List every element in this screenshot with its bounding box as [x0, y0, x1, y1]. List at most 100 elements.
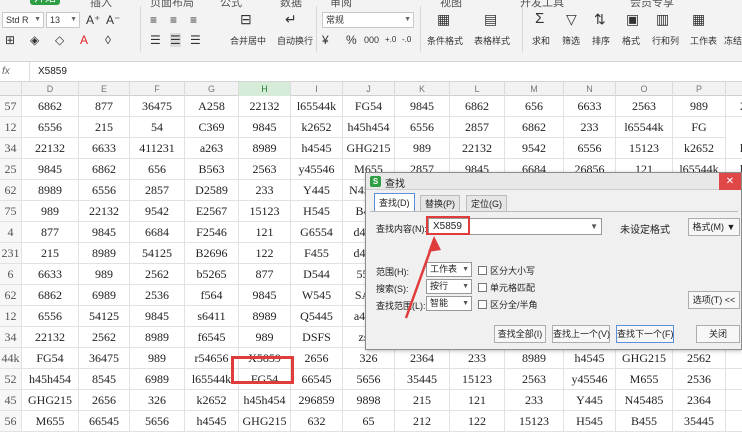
table-cell[interactable]: G6554 — [291, 222, 343, 243]
tab-goto[interactable]: 定位(G) — [466, 195, 507, 211]
column-header-p[interactable]: P — [673, 82, 726, 96]
column-header-k[interactable]: K — [395, 82, 450, 96]
table-cell[interactable]: 9845 — [395, 96, 450, 117]
row-header[interactable]: 34 — [0, 327, 22, 348]
row-header[interactable]: 12 — [0, 117, 22, 138]
decrease-decimal-icon[interactable]: -.0 — [402, 33, 411, 47]
table-cell[interactable]: 877 — [239, 264, 291, 285]
table-cell[interactable]: B455 — [616, 411, 673, 432]
table-cell[interactable]: 8 — [726, 348, 742, 369]
table-cell[interactable]: 2563 — [616, 96, 673, 117]
table-cell[interactable]: 66545 — [291, 369, 343, 390]
table-cell[interactable]: 54 — [130, 117, 185, 138]
table-cell[interactable]: 121 — [450, 390, 505, 411]
row-col-button[interactable]: 行和列 — [652, 34, 679, 47]
font-color-icon[interactable]: A — [80, 33, 88, 47]
find-all-button[interactable]: 查找全部(I) — [494, 325, 546, 343]
number-format-select[interactable]: 常规 ▼ — [322, 12, 414, 28]
tab-review[interactable]: 审阅 — [330, 0, 352, 10]
table-cell[interactable]: 6633 — [564, 96, 616, 117]
table-cell[interactable]: 212 — [395, 411, 450, 432]
table-cell[interactable]: 122 — [450, 411, 505, 432]
borders-icon[interactable]: ⊞ — [5, 33, 15, 47]
column-header-f[interactable]: F — [130, 82, 185, 96]
percent-icon[interactable]: % — [346, 33, 357, 47]
increase-decimal-icon[interactable]: +.0 — [385, 33, 396, 47]
table-cell[interactable]: 6556 — [22, 306, 79, 327]
format-button[interactable]: 格式 — [622, 34, 640, 47]
table-cell[interactable]: FG54 — [22, 348, 79, 369]
table-cell[interactable]: 8989 — [22, 180, 79, 201]
table-cell[interactable]: B2696 — [185, 243, 239, 264]
align-middle-icon[interactable]: ≡ — [170, 13, 177, 27]
table-cell[interactable]: H545 — [291, 201, 343, 222]
table-cell[interactable]: 15123 — [505, 411, 564, 432]
row-col-icon[interactable]: ▥ — [656, 12, 669, 26]
table-cell[interactable]: 2857 — [130, 180, 185, 201]
table-cell[interactable]: 36475 — [130, 96, 185, 117]
table-cell[interactable]: 15123 — [616, 138, 673, 159]
table-cell[interactable]: 6862 — [22, 96, 79, 117]
align-center-icon[interactable]: ☰ — [170, 33, 181, 47]
search-select[interactable]: 按行 ▼ — [426, 279, 472, 294]
wrap-text-icon[interactable]: ↵ — [285, 12, 297, 26]
table-cell[interactable]: 8545 — [79, 369, 130, 390]
table-style-icon[interactable]: ▤ — [484, 12, 497, 26]
column-header-n[interactable]: N — [564, 82, 616, 96]
table-cell[interactable]: 9542 — [130, 201, 185, 222]
table-cell[interactable]: 2364 — [395, 348, 450, 369]
table-cell[interactable]: C369 — [185, 117, 239, 138]
row-header[interactable]: 62 — [0, 180, 22, 201]
table-cell[interactable]: h4545 — [185, 411, 239, 432]
row-header[interactable]: 34 — [0, 138, 22, 159]
table-cell[interactable]: 6556 — [22, 117, 79, 138]
row-header[interactable]: 45 — [0, 390, 22, 411]
close-icon[interactable]: ✕ — [719, 173, 741, 190]
row-header[interactable]: 56 — [0, 411, 22, 432]
font-name-select[interactable]: Std R ▼ — [2, 12, 44, 28]
sort-icon[interactable]: ⇅ — [594, 12, 606, 26]
column-header-h[interactable]: H — [239, 82, 291, 96]
table-cell[interactable]: 8989 — [130, 327, 185, 348]
tab-developer[interactable]: 开发工具 — [520, 0, 564, 10]
table-cell[interactable]: 233 — [505, 390, 564, 411]
dialog-title-bar[interactable]: S 查找 ✕ — [366, 173, 741, 190]
table-cell[interactable]: 2562 — [673, 348, 726, 369]
table-cell[interactable]: 8989 — [79, 243, 130, 264]
table-cell[interactable]: 9542 — [505, 138, 564, 159]
table-cell[interactable]: 66545 — [79, 411, 130, 432]
table-cell[interactable]: 2536 — [130, 285, 185, 306]
sheet-button[interactable]: 工作表 — [690, 34, 717, 47]
table-cell[interactable]: M655 — [616, 369, 673, 390]
column-header-l[interactable]: L — [450, 82, 505, 96]
table-cell[interactable]: h45h454 — [239, 390, 291, 411]
table-cell[interactable]: 54125 — [130, 243, 185, 264]
table-cell[interactable]: 989 — [22, 201, 79, 222]
table-cell[interactable]: 989 — [395, 138, 450, 159]
table-cell[interactable]: 6633 — [79, 138, 130, 159]
table-cell[interactable]: Y445 — [564, 390, 616, 411]
table-cell[interactable]: h4545 — [564, 348, 616, 369]
table-cell[interactable]: 2562 — [79, 327, 130, 348]
table-cell[interactable]: 6862 — [450, 96, 505, 117]
table-cell[interactable]: b5265 — [185, 264, 239, 285]
column-header-g[interactable]: G — [185, 82, 239, 96]
corner-cell[interactable] — [0, 82, 22, 96]
table-cell[interactable]: l65544k — [291, 96, 343, 117]
merge-center-button[interactable]: 合并居中 — [230, 34, 266, 47]
table-cell[interactable]: 6862 — [505, 117, 564, 138]
align-right-icon[interactable]: ☰ — [190, 33, 201, 47]
table-cell[interactable]: 989 — [673, 96, 726, 117]
table-cell[interactable]: h4 — [726, 138, 742, 159]
row-header[interactable]: 52 — [0, 369, 22, 390]
table-cell[interactable]: 215 — [79, 117, 130, 138]
row-header[interactable]: 6 — [0, 264, 22, 285]
table-cell[interactable]: 9845 — [239, 117, 291, 138]
merge-icon[interactable]: ⊟ — [240, 12, 252, 26]
table-cell[interactable]: h45h454 — [343, 117, 395, 138]
table-cell[interactable]: 656 — [130, 159, 185, 180]
row-header[interactable]: 12 — [0, 306, 22, 327]
table-cell[interactable]: 22132 — [79, 201, 130, 222]
table-cell[interactable]: 2364 — [673, 390, 726, 411]
table-cell[interactable]: k2652 — [673, 138, 726, 159]
